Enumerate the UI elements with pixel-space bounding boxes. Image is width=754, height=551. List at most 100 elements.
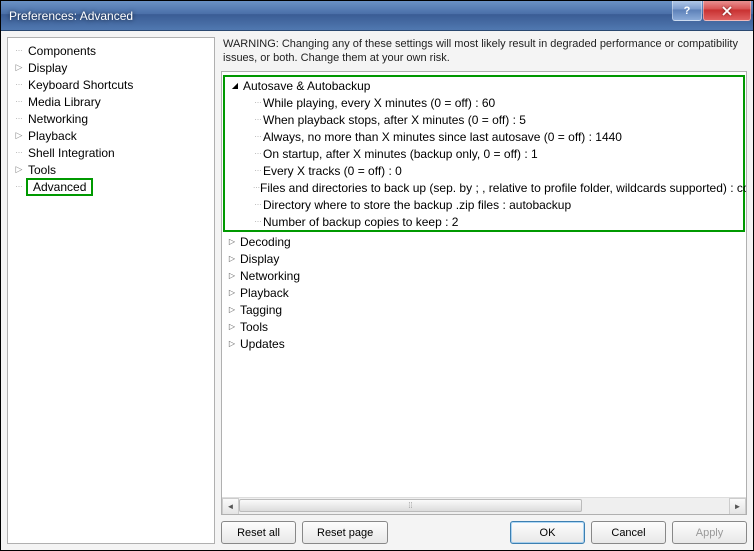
settings-group-tagging[interactable]: ▷Tagging	[222, 301, 746, 318]
settings-group-display[interactable]: ▷Display	[222, 250, 746, 267]
button-row: Reset all Reset page OK Cancel Apply	[221, 519, 747, 544]
settings-group-autosave-autobackup[interactable]: ◢Autosave & Autobackup	[225, 77, 743, 94]
tree-leaf-icon: ⋯	[253, 99, 263, 107]
settings-group-label: Networking	[240, 269, 300, 283]
settings-item[interactable]: ⋯Always, no more than X minutes since la…	[225, 128, 743, 145]
titlebar-buttons: ?	[671, 1, 751, 21]
settings-group-label: Playback	[240, 286, 289, 300]
content-area: ⋯Components▷Display⋯Keyboard Shortcuts⋯M…	[1, 31, 753, 550]
sidebar-item-label: Display	[26, 61, 69, 75]
settings-item[interactable]: ⋯While playing, every X minutes (0 = off…	[225, 94, 743, 111]
scroll-right-arrow[interactable]: ►	[729, 498, 746, 515]
apply-button[interactable]: Apply	[672, 521, 747, 544]
tree-leaf-icon: ⋯	[14, 114, 24, 124]
sidebar-item-tools[interactable]: ▷Tools	[10, 161, 212, 178]
settings-group-label: Autosave & Autobackup	[243, 79, 370, 93]
tree-leaf-icon: ⋯	[253, 133, 263, 141]
settings-group-label: Tagging	[240, 303, 282, 317]
sidebar-item-label: Components	[26, 44, 98, 58]
settings-group-networking[interactable]: ▷Networking	[222, 267, 746, 284]
tree-leaf-icon: ⋯	[14, 46, 24, 56]
settings-item-label: When playback stops, after X minutes (0 …	[263, 113, 526, 127]
sidebar-selection-highlight: Advanced	[26, 178, 93, 196]
sidebar-item-networking[interactable]: ⋯Networking	[10, 110, 212, 127]
tree-leaf-icon: ⋯	[253, 150, 263, 158]
settings-group-label: Updates	[240, 337, 285, 351]
settings-group-tools[interactable]: ▷Tools	[222, 318, 746, 335]
expand-icon[interactable]: ▷	[226, 339, 238, 348]
settings-group-updates[interactable]: ▷Updates	[222, 335, 746, 352]
expander-icon[interactable]: ▷	[14, 131, 24, 141]
settings-item-label: Always, no more than X minutes since las…	[263, 130, 622, 144]
tree-leaf-icon: ⋯	[253, 218, 263, 226]
horizontal-scrollbar[interactable]: ◄ ⁞⁞ ►	[222, 497, 746, 514]
help-button[interactable]: ?	[672, 1, 702, 21]
settings-item[interactable]: ⋯When playback stops, after X minutes (0…	[225, 111, 743, 128]
sidebar-item-label: Media Library	[26, 95, 103, 109]
collapse-icon[interactable]: ◢	[229, 81, 241, 90]
sidebar-item-playback[interactable]: ▷Playback	[10, 127, 212, 144]
warning-text: WARNING: Changing any of these settings …	[221, 37, 747, 67]
scroll-track[interactable]: ⁞⁞	[239, 498, 729, 515]
close-button[interactable]	[703, 1, 751, 21]
tree-leaf-icon: ⋯	[14, 97, 24, 107]
settings-group-label: Display	[240, 252, 279, 266]
reset-all-button[interactable]: Reset all	[221, 521, 296, 544]
tree-leaf-icon: ⋯	[253, 116, 263, 124]
sidebar-item-label: Keyboard Shortcuts	[26, 78, 135, 92]
settings-item[interactable]: ⋯On startup, after X minutes (backup onl…	[225, 145, 743, 162]
ok-button[interactable]: OK	[510, 521, 585, 544]
sidebar-item-media-library[interactable]: ⋯Media Library	[10, 93, 212, 110]
settings-item-label: Files and directories to back up (sep. b…	[260, 181, 746, 195]
tree-leaf-icon: ⋯	[14, 80, 24, 90]
expand-icon[interactable]: ▷	[226, 305, 238, 314]
settings-item[interactable]: ⋯Every X tracks (0 = off) : 0	[225, 162, 743, 179]
sidebar-item-display[interactable]: ▷Display	[10, 59, 212, 76]
expander-icon[interactable]: ▷	[14, 165, 24, 175]
settings-group-label: Decoding	[240, 235, 291, 249]
sidebar-item-label: Tools	[26, 163, 58, 177]
sidebar-item-label: Advanced	[31, 180, 88, 194]
settings-item-label: Directory where to store the backup .zip…	[263, 198, 571, 212]
expand-icon[interactable]: ▷	[226, 322, 238, 331]
settings-group-decoding[interactable]: ▷Decoding	[222, 233, 746, 250]
sidebar-item-label: Shell Integration	[26, 146, 117, 160]
expand-icon[interactable]: ▷	[226, 271, 238, 280]
tree-leaf-icon: ⋯	[14, 148, 24, 158]
settings-item[interactable]: ⋯Files and directories to back up (sep. …	[225, 179, 743, 196]
tree-leaf-icon: ⋯	[14, 182, 24, 192]
settings-panel: ◢Autosave & Autobackup⋯While playing, ev…	[221, 71, 747, 515]
settings-item-label: Number of backup copies to keep : 2	[263, 215, 458, 229]
settings-item-label: On startup, after X minutes (backup only…	[263, 147, 538, 161]
settings-item[interactable]: ⋯Directory where to store the backup .zi…	[225, 196, 743, 213]
sidebar: ⋯Components▷Display⋯Keyboard Shortcuts⋯M…	[7, 37, 215, 544]
settings-item-label: While playing, every X minutes (0 = off)…	[263, 96, 495, 110]
sidebar-item-components[interactable]: ⋯Components	[10, 42, 212, 59]
sidebar-item-label: Playback	[26, 129, 79, 143]
scroll-thumb[interactable]: ⁞⁞	[239, 499, 582, 512]
expand-icon[interactable]: ▷	[226, 254, 238, 263]
settings-group-playback[interactable]: ▷Playback	[222, 284, 746, 301]
settings-tree: ◢Autosave & Autobackup⋯While playing, ev…	[222, 72, 746, 354]
scroll-left-arrow[interactable]: ◄	[222, 498, 239, 515]
sidebar-item-keyboard-shortcuts[interactable]: ⋯Keyboard Shortcuts	[10, 76, 212, 93]
settings-item-label: Every X tracks (0 = off) : 0	[263, 164, 402, 178]
close-icon	[722, 6, 732, 16]
tree-leaf-icon: ⋯	[253, 201, 263, 209]
settings-group-label: Tools	[240, 320, 268, 334]
expand-icon[interactable]: ▷	[226, 237, 238, 246]
settings-scroll-area: ◢Autosave & Autobackup⋯While playing, ev…	[222, 72, 746, 497]
reset-page-button[interactable]: Reset page	[302, 521, 388, 544]
expand-icon[interactable]: ▷	[226, 288, 238, 297]
main-panel: WARNING: Changing any of these settings …	[221, 37, 747, 544]
sidebar-item-advanced[interactable]: ⋯ Advanced	[10, 178, 212, 195]
cancel-button[interactable]: Cancel	[591, 521, 666, 544]
sidebar-item-shell-integration[interactable]: ⋯Shell Integration	[10, 144, 212, 161]
sidebar-item-label: Networking	[26, 112, 90, 126]
tree-leaf-icon: ⋯	[253, 167, 263, 175]
highlighted-group-box: ◢Autosave & Autobackup⋯While playing, ev…	[223, 75, 745, 232]
tree-leaf-icon: ⋯	[253, 184, 260, 192]
window-title: Preferences: Advanced	[9, 9, 133, 23]
settings-item[interactable]: ⋯Number of backup copies to keep : 2	[225, 213, 743, 230]
expander-icon[interactable]: ▷	[14, 63, 24, 73]
